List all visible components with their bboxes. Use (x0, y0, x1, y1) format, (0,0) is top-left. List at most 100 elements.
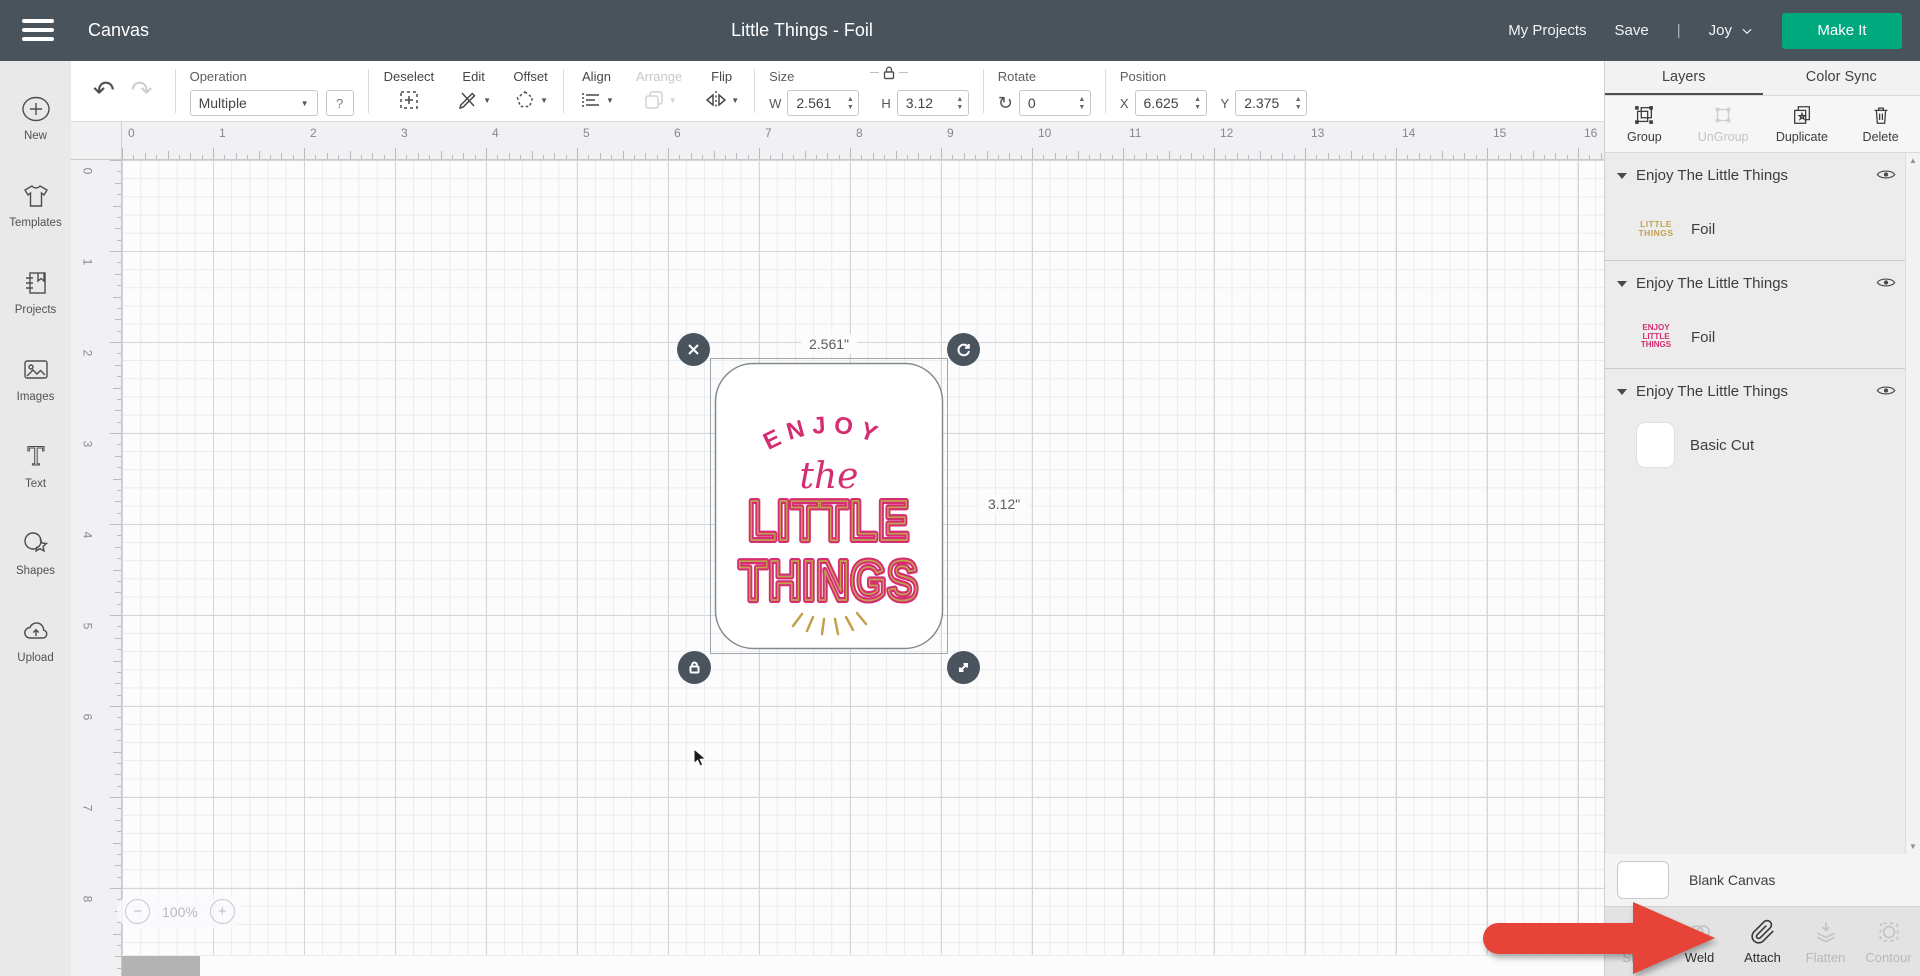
sidebar-item-upload[interactable]: Upload (0, 597, 71, 684)
edit-pencil-icon (456, 88, 480, 112)
collapse-triangle-icon[interactable] (1617, 389, 1627, 395)
layer-tools-bar: Slice Weld Attach Flatten Contour (1605, 906, 1920, 976)
flatten-icon (1813, 919, 1839, 945)
tab-layers[interactable]: Layers (1605, 61, 1763, 95)
svg-text:T: T (27, 443, 44, 471)
width-stepper[interactable]: ▲▼ (842, 96, 858, 111)
arrange-button[interactable]: Arrange ▼ (625, 61, 693, 121)
align-button[interactable]: Align ▼ (568, 61, 625, 121)
y-input[interactable]: 2.375 ▲▼ (1235, 90, 1307, 116)
y-value: 2.375 (1236, 95, 1290, 111)
topbar-separator: | (1677, 22, 1681, 39)
group-button[interactable]: Group (1605, 96, 1684, 152)
undo-button[interactable]: ↶ (85, 78, 123, 104)
collapse-triangle-icon[interactable] (1617, 173, 1627, 179)
design-word-little-inline: LITTLE (748, 490, 910, 552)
operation-value: Multiple (199, 95, 301, 111)
rotate-handle[interactable] (947, 333, 980, 366)
canvas-menu-title[interactable]: Canvas (88, 0, 149, 61)
layer-group-row[interactable]: Enjoy The Little Things (1605, 261, 1920, 306)
redo-button[interactable]: ↷ (123, 78, 161, 104)
weld-button[interactable]: Weld (1668, 907, 1731, 976)
horizontal-scrollbar[interactable] (122, 955, 1604, 976)
tab-color-sync[interactable]: Color Sync (1763, 61, 1920, 95)
project-title: Little Things - Foil (731, 0, 873, 61)
hamburger-menu-icon[interactable] (22, 19, 54, 42)
operation-help-button[interactable]: ? (326, 90, 354, 116)
resize-handle[interactable] (947, 651, 980, 684)
sidebar-item-text[interactable]: T Text (0, 423, 71, 510)
layers-scrollbar[interactable]: ▲ ▼ (1905, 153, 1920, 854)
offset-button[interactable]: Offset ▼ (502, 61, 559, 121)
rotate-input[interactable]: 0 ▲▼ (1019, 90, 1091, 116)
ruler-corner (71, 122, 122, 160)
height-stepper[interactable]: ▲▼ (952, 96, 968, 111)
arrange-icon (642, 88, 666, 112)
collapse-triangle-icon[interactable] (1617, 281, 1627, 287)
save-link[interactable]: Save (1615, 22, 1649, 39)
width-input[interactable]: 2.561 ▲▼ (787, 90, 859, 116)
user-name: Joy (1709, 22, 1732, 39)
x-input[interactable]: 6.625 ▲▼ (1135, 90, 1207, 116)
sidebar-item-images[interactable]: Images (0, 336, 71, 423)
flatten-button[interactable]: Flatten (1794, 907, 1857, 976)
attach-button[interactable]: Attach (1731, 907, 1794, 976)
images-icon (21, 356, 51, 384)
blank-canvas-row[interactable]: Blank Canvas (1605, 854, 1920, 906)
deselect-button[interactable]: Deselect (373, 61, 446, 121)
aspect-lock-icon[interactable] (867, 65, 911, 80)
contour-button[interactable]: Contour (1857, 907, 1920, 976)
x-value: 6.625 (1136, 95, 1190, 111)
sidebar-item-new[interactable]: New (0, 75, 71, 162)
delete-handle[interactable] (677, 333, 710, 366)
flip-button[interactable]: Flip ▼ (693, 61, 750, 121)
duplicate-button[interactable]: Duplicate (1763, 96, 1842, 152)
ruler-left: 0123456789 (71, 160, 122, 976)
zoom-in-button[interactable]: + (210, 899, 235, 924)
x-stepper[interactable]: ▲▼ (1190, 96, 1206, 111)
layer-group-title: Enjoy The Little Things (1636, 383, 1788, 400)
dropdown-caret-icon: ▼ (731, 96, 739, 105)
trash-icon (1870, 104, 1892, 126)
contour-icon (1876, 919, 1902, 945)
sidebar-item-shapes[interactable]: Shapes (0, 510, 71, 597)
rotate-icon[interactable]: ↻ (998, 93, 1013, 114)
make-it-button[interactable]: Make It (1782, 13, 1902, 49)
layer-item-row[interactable]: LITTLE THINGS Foil (1605, 198, 1920, 260)
slice-button[interactable]: Slice (1605, 907, 1668, 976)
zoom-out-button[interactable]: − (125, 899, 150, 924)
operation-select[interactable]: Multiple ▼ (190, 90, 318, 116)
delete-button[interactable]: Delete (1841, 96, 1920, 152)
user-menu[interactable]: Joy (1709, 22, 1754, 39)
visibility-eye-icon[interactable] (1876, 168, 1896, 181)
position-label: Position (1120, 69, 1166, 84)
canvas-grid[interactable]: ENJOY the LITTLE LITTLE THINGS THINGS (122, 160, 1604, 976)
deselect-icon (397, 88, 421, 112)
layer-item-row[interactable]: Basic Cut (1605, 414, 1920, 476)
edit-button[interactable]: Edit ▼ (445, 61, 502, 121)
horizontal-scrollbar-thumb[interactable] (122, 956, 200, 976)
layer-group-row[interactable]: Enjoy The Little Things (1605, 153, 1920, 198)
design-artwork[interactable]: ENJOY the LITTLE LITTLE THINGS THINGS (714, 362, 944, 650)
visibility-eye-icon[interactable] (1876, 384, 1896, 397)
y-stepper[interactable]: ▲▼ (1290, 96, 1306, 111)
visibility-eye-icon[interactable] (1876, 276, 1896, 289)
design-canvas[interactable]: 012345678910111213141516 0123456789 ENJO… (71, 122, 1604, 976)
layer-item-row[interactable]: ENJOY LITTLE THINGS Foil (1605, 306, 1920, 368)
layer-type-label: Foil (1691, 329, 1715, 346)
layers-list: Enjoy The Little Things LITTLE THINGS Fo… (1605, 153, 1920, 854)
ruler-top: 012345678910111213141516 (122, 122, 1604, 160)
scroll-down-arrow-icon[interactable]: ▼ (1906, 842, 1920, 851)
height-input[interactable]: 3.12 ▲▼ (897, 90, 969, 116)
ungroup-button[interactable]: UnGroup (1684, 96, 1763, 152)
top-bar: Canvas Little Things - Foil My Projects … (0, 0, 1920, 61)
sidebar-item-projects[interactable]: Projects (0, 249, 71, 336)
rotate-stepper[interactable]: ▲▼ (1074, 96, 1090, 111)
my-projects-link[interactable]: My Projects (1508, 22, 1586, 39)
layer-group-row[interactable]: Enjoy The Little Things (1605, 369, 1920, 414)
sidebar-item-templates[interactable]: Templates (0, 162, 71, 249)
slice-icon (1624, 919, 1650, 945)
lock-handle[interactable] (678, 651, 711, 684)
sidebar-item-label: Shapes (16, 565, 55, 577)
scroll-up-arrow-icon[interactable]: ▲ (1906, 156, 1920, 165)
